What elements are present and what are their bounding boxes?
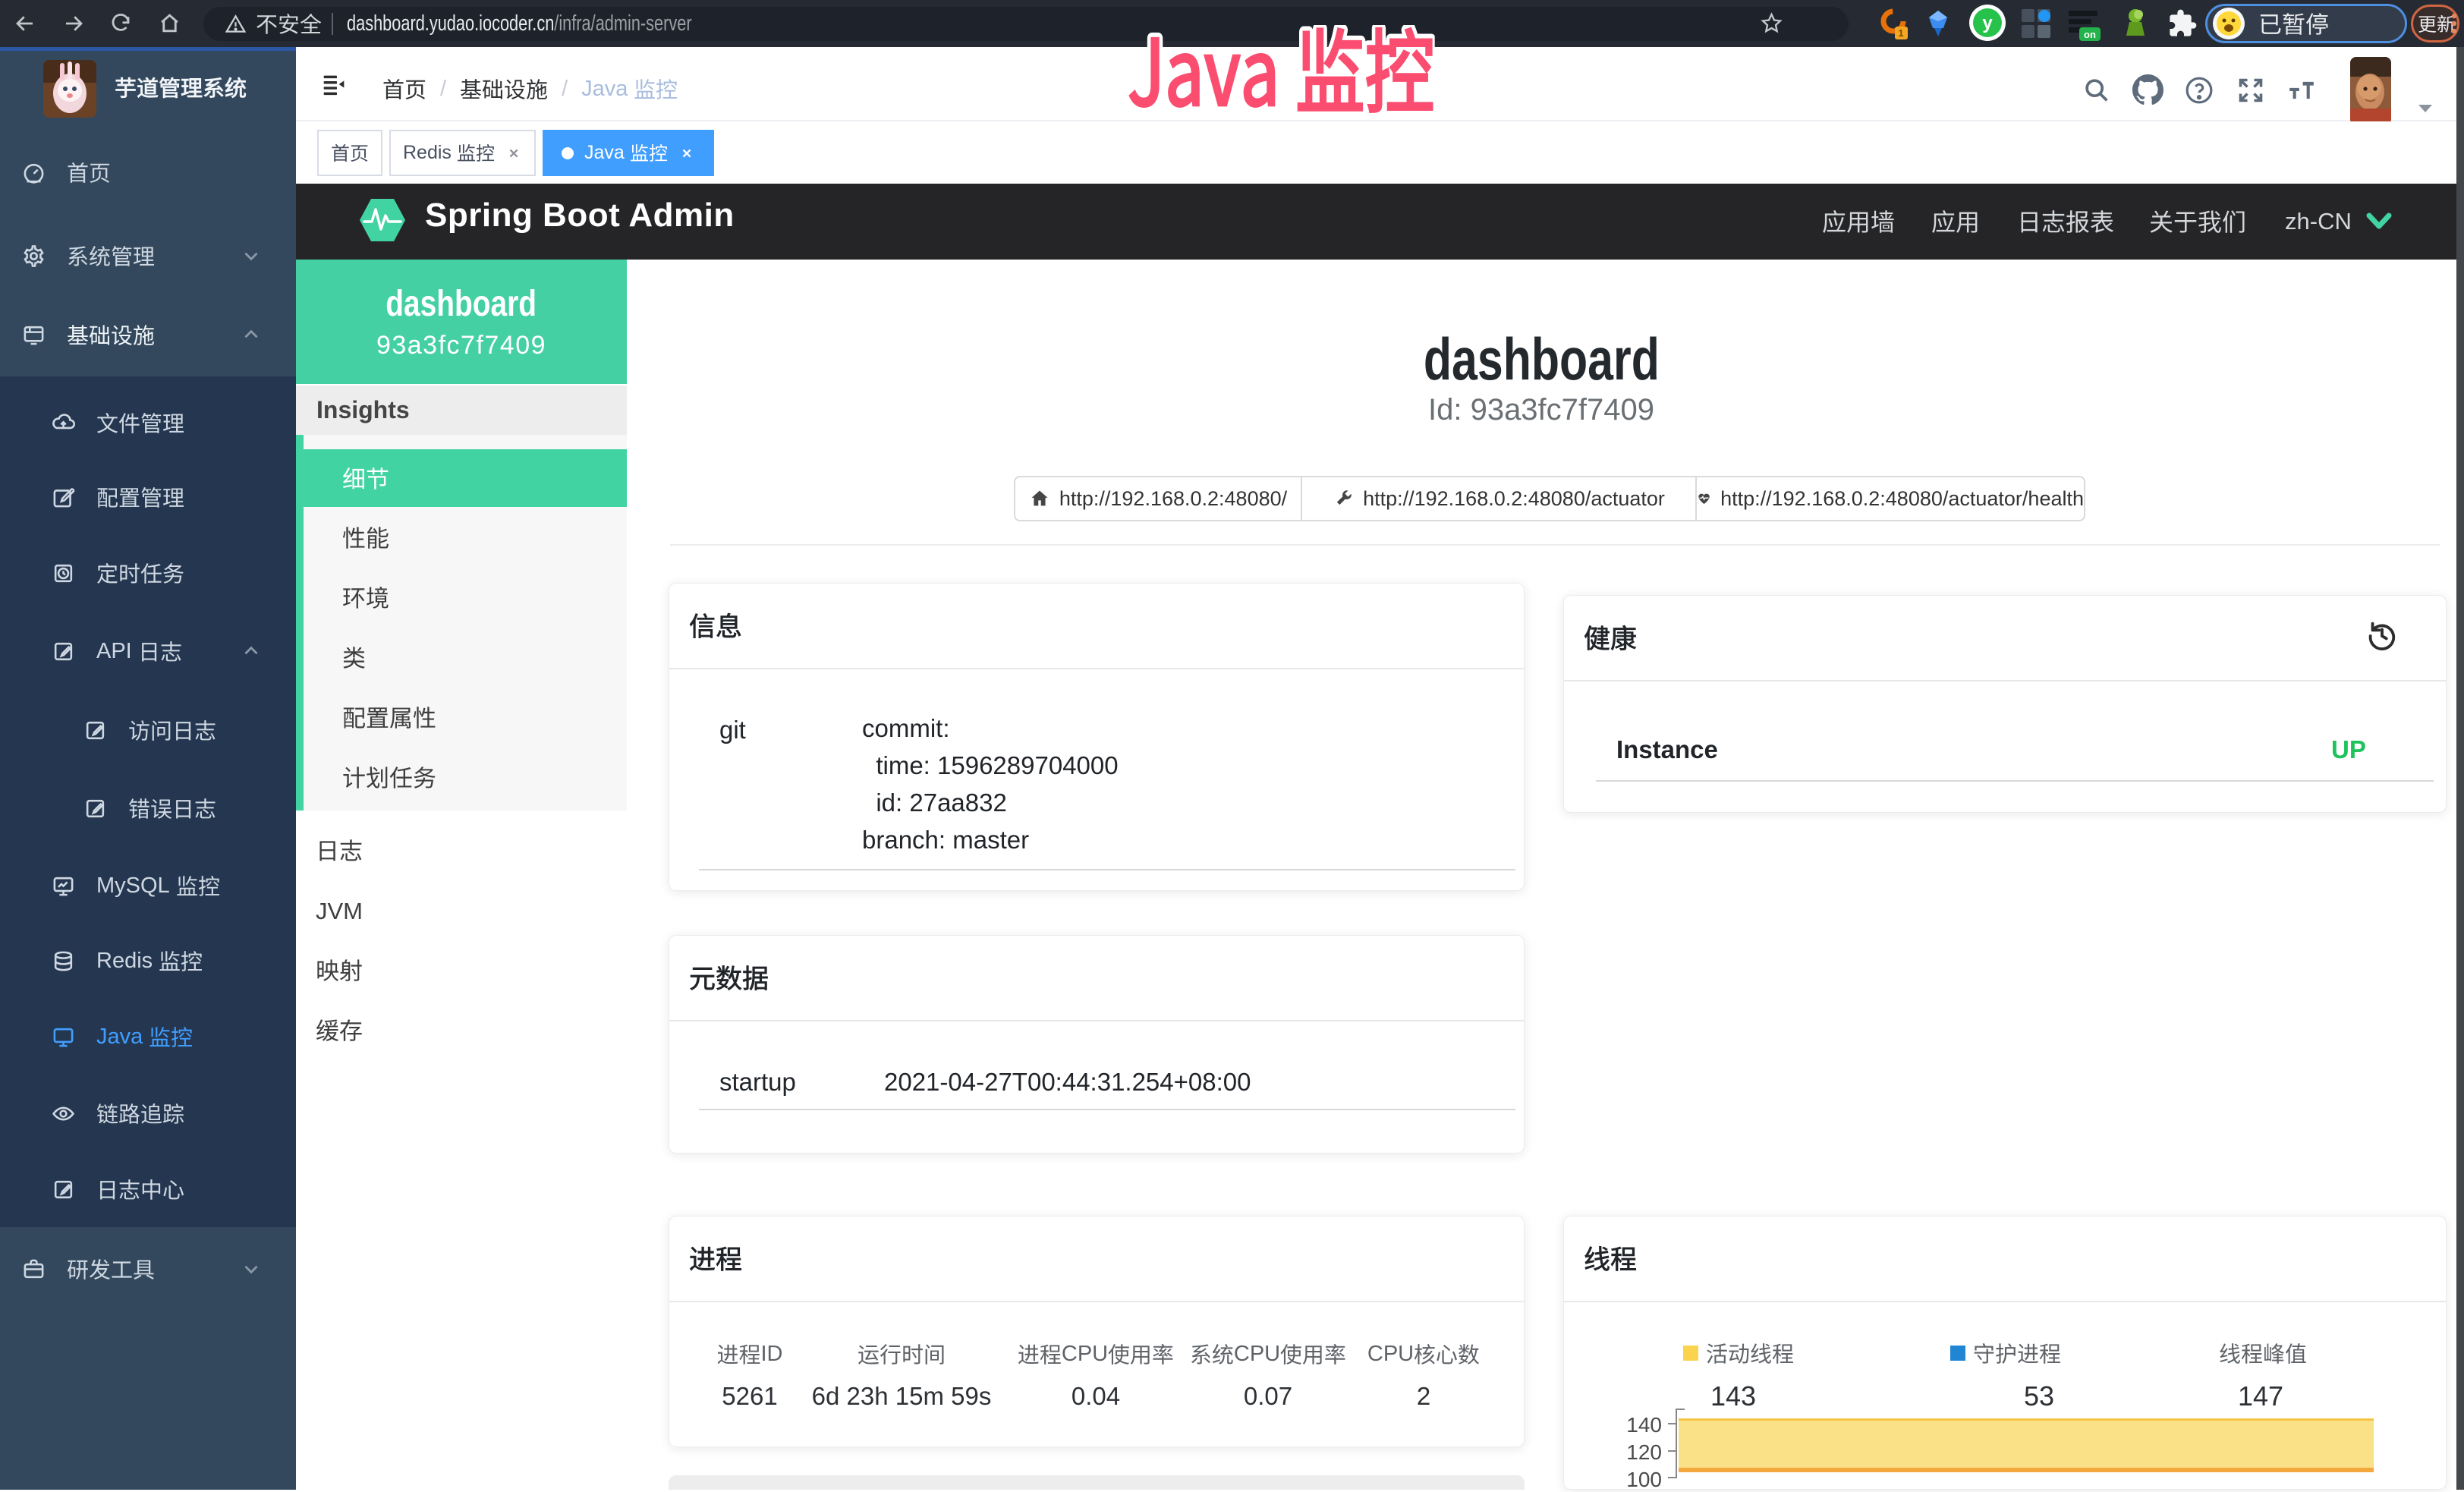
svg-text:y: y [1982,13,1993,33]
svg-text:on: on [2084,29,2096,40]
svg-text:1: 1 [1898,27,1903,39]
